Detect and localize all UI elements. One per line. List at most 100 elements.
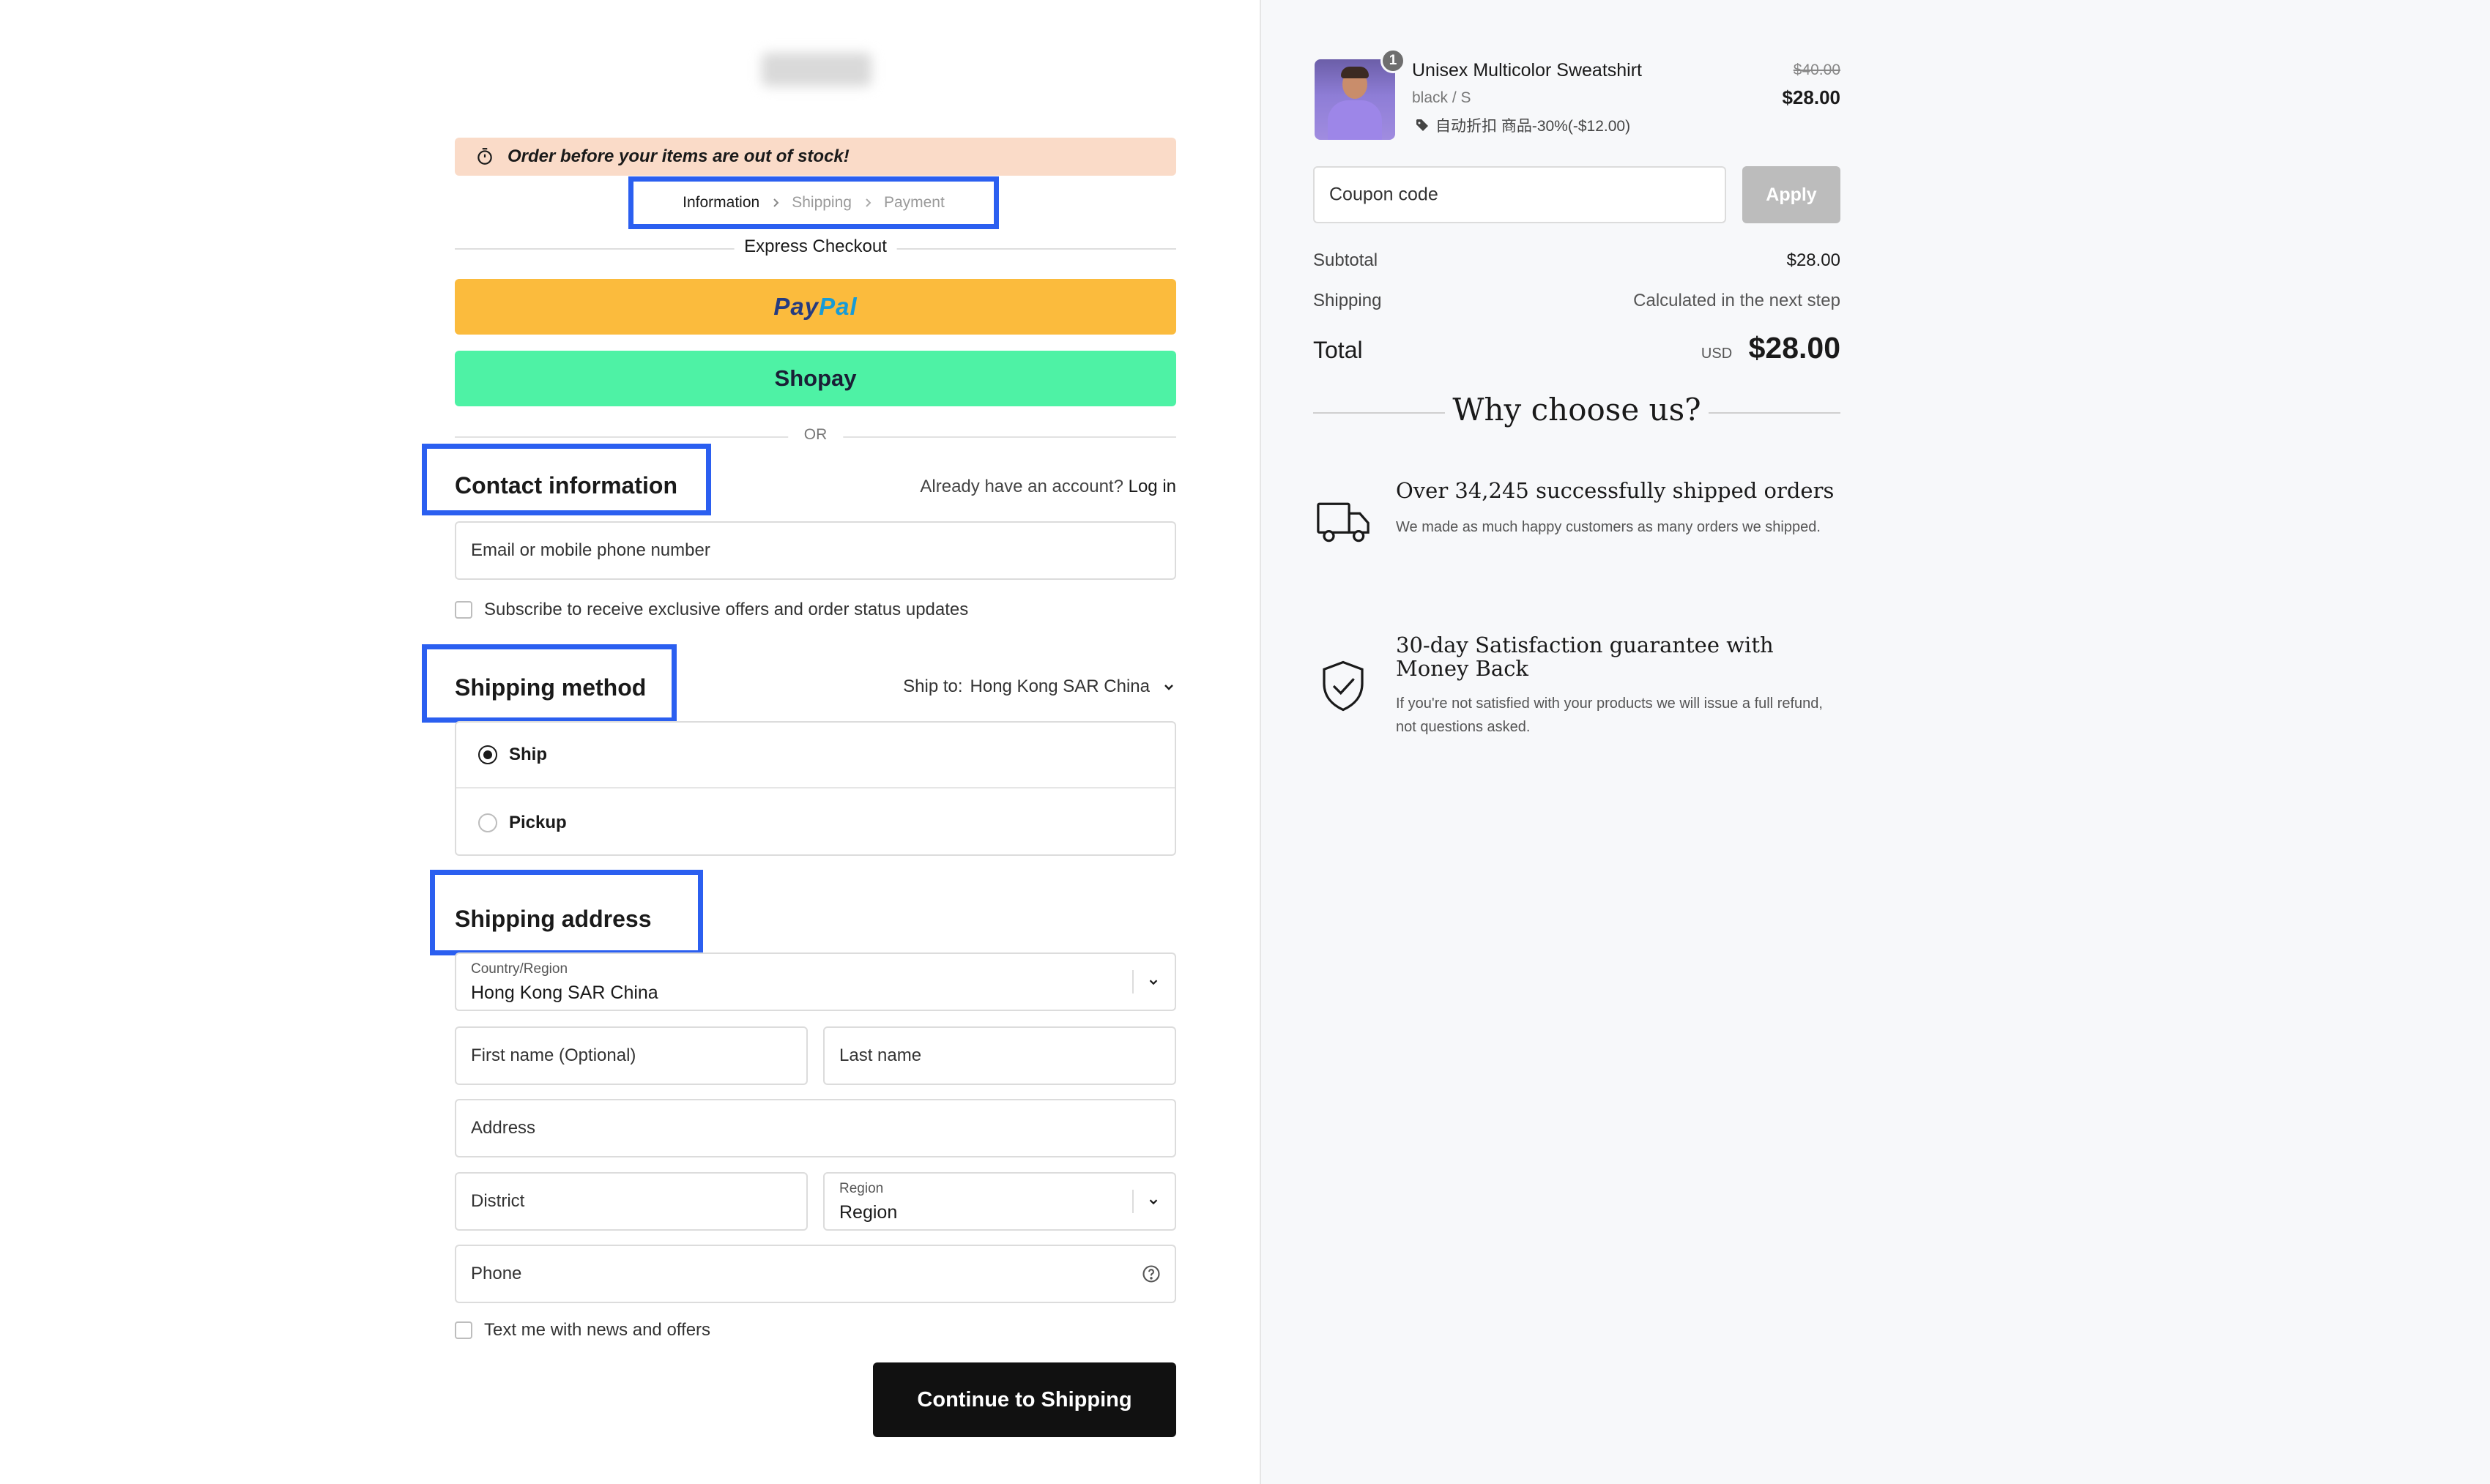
text-me-checkbox-row[interactable]: Text me with news and offers <box>455 1320 710 1341</box>
pickup-option[interactable]: Pickup <box>456 790 1175 856</box>
store-logo[interactable] <box>762 53 871 86</box>
shipping-value: Calculated in the next step <box>1633 291 1840 310</box>
or-label: OR <box>787 426 844 444</box>
ship-option-label: Ship <box>509 745 547 764</box>
feature-description: We made as much happy customers as many … <box>1396 519 1821 535</box>
quantity-badge: 1 <box>1380 48 1405 73</box>
truck-icon <box>1317 502 1370 542</box>
why-choose-us-heading: Why choose us? <box>1313 392 1840 436</box>
shipping-label: Shipping <box>1313 291 1382 310</box>
divider-line <box>1313 412 1445 414</box>
banner-text: Order before your items are out of stock… <box>508 146 850 166</box>
breadcrumb-shipping: Shipping <box>792 194 852 211</box>
paypal-logo-text-b: Pal <box>819 293 858 320</box>
text-me-checkbox[interactable] <box>455 1321 472 1339</box>
text-me-label: Text me with news and offers <box>484 1320 711 1340</box>
product-variant: black / S <box>1412 89 1471 106</box>
discount-text: 自动折扣 商品-30%(-$12.00) <box>1435 118 1631 135</box>
country-region-select[interactable]: Country/Region Hong Kong SAR China <box>455 952 1176 1011</box>
timer-icon <box>477 148 492 165</box>
express-checkout-label: Express Checkout <box>734 236 897 257</box>
select-divider <box>1132 970 1134 993</box>
select-divider <box>1132 1190 1134 1213</box>
total-label: Total <box>1313 337 1363 363</box>
help-circle-icon[interactable] <box>1141 1264 1162 1284</box>
contact-information-title: Contact information <box>455 472 677 499</box>
region-value: Region <box>839 1202 898 1223</box>
why-title: Why choose us? <box>1452 392 1701 428</box>
address-placeholder: Address <box>471 1118 536 1138</box>
shoppay-button[interactable]: Shopay <box>455 351 1176 406</box>
subtotal-row: Subtotal $28.00 <box>1313 250 1840 271</box>
stock-warning-banner: Order before your items are out of stock… <box>455 138 1176 176</box>
account-prompt-text: Already have an account? <box>920 477 1123 496</box>
country-region-value: Hong Kong SAR China <box>471 983 658 1003</box>
total-value: $28.00 <box>1748 331 1840 365</box>
subscribe-checkbox[interactable] <box>455 601 472 619</box>
chevron-down-icon <box>1149 980 1158 985</box>
shipping-method-options: Ship Pickup <box>455 721 1176 856</box>
coupon-input[interactable]: Coupon code <box>1313 166 1726 223</box>
email-placeholder: Email or mobile phone number <box>471 540 710 560</box>
feature-title: Over 34,245 successfully shipped orders <box>1396 478 1835 503</box>
ship-to-label: Ship to: <box>903 676 963 696</box>
subtotal-value: $28.00 <box>1786 250 1840 270</box>
email-field[interactable]: Email or mobile phone number <box>455 521 1176 580</box>
first-name-field[interactable]: First name (Optional) <box>455 1026 808 1085</box>
shoppay-logo-text: Shopay <box>774 365 857 391</box>
product-discount: 自动折扣 商品-30%(-$12.00) <box>1415 114 1630 136</box>
feature-description: If you're not satisfied with your produc… <box>1396 696 1823 735</box>
continue-to-shipping-button[interactable]: Continue to Shipping <box>873 1362 1176 1437</box>
ship-to-value: Hong Kong SAR China <box>970 676 1150 696</box>
chevron-down-icon <box>1149 1199 1158 1205</box>
ship-radio[interactable] <box>478 745 497 764</box>
checkout-form-panel: Order before your items are out of stock… <box>0 0 1260 1484</box>
pickup-radio[interactable] <box>478 813 497 832</box>
thumbnail-shirt <box>1328 100 1382 140</box>
ship-option[interactable]: Ship <box>456 723 1175 788</box>
apply-coupon-button[interactable]: Apply <box>1742 166 1840 223</box>
account-prompt: Already have an account? Log in <box>905 477 1176 497</box>
region-label: Region <box>839 1181 884 1196</box>
pickup-option-label: Pickup <box>509 813 567 832</box>
shipping-address-title: Shipping address <box>455 906 652 932</box>
country-region-label: Country/Region <box>471 961 568 977</box>
shipping-row: Shipping Calculated in the next step <box>1313 291 1840 311</box>
coupon-placeholder: Coupon code <box>1329 184 1438 205</box>
first-name-placeholder: First name (Optional) <box>471 1045 636 1065</box>
phone-field[interactable]: Phone <box>455 1245 1176 1303</box>
subscribe-checkbox-row[interactable]: Subscribe to receive exclusive offers an… <box>455 600 968 620</box>
paypal-button[interactable]: Pay Pal <box>455 279 1176 335</box>
address-field[interactable]: Address <box>455 1099 1176 1157</box>
total-currency: USD <box>1701 346 1733 362</box>
express-checkout-divider: Express Checkout <box>455 236 1176 261</box>
subscribe-label: Subscribe to receive exclusive offers an… <box>484 600 969 619</box>
chevron-right-icon <box>773 198 779 207</box>
shield-check-icon <box>1323 660 1364 712</box>
breadcrumb-payment: Payment <box>883 194 945 211</box>
shipping-method-title: Shipping method <box>455 674 647 701</box>
last-name-placeholder: Last name <box>839 1045 922 1065</box>
total-row: Total USD $28.00 <box>1313 331 1840 365</box>
paypal-logo-text-a: Pay <box>773 293 820 320</box>
login-link[interactable]: Log in <box>1129 477 1176 496</box>
chevron-down-icon <box>1164 685 1173 690</box>
original-price: $40.00 <box>1793 61 1840 78</box>
region-select[interactable]: Region Region <box>823 1172 1176 1231</box>
breadcrumb: Information Shipping Payment <box>628 176 999 229</box>
thumbnail-hair <box>1341 67 1369 78</box>
divider-line <box>1709 412 1840 414</box>
district-placeholder: District <box>471 1191 525 1211</box>
tag-icon <box>1416 119 1428 131</box>
product-thumbnail <box>1315 59 1395 140</box>
ship-to-selector[interactable]: Ship to: Hong Kong SAR China <box>842 676 1176 697</box>
sale-price: $28.00 <box>1782 86 1840 108</box>
last-name-field[interactable]: Last name <box>823 1026 1176 1085</box>
product-name: Unisex Multicolor Sweatshirt <box>1412 60 1642 81</box>
phone-placeholder: Phone <box>471 1264 522 1283</box>
feature-title: 30-day Satisfaction guarantee with Money… <box>1396 633 1774 681</box>
breadcrumb-information[interactable]: Information <box>683 194 759 212</box>
subtotal-label: Subtotal <box>1313 250 1378 270</box>
chevron-right-icon <box>866 198 871 207</box>
district-field[interactable]: District <box>455 1172 808 1231</box>
